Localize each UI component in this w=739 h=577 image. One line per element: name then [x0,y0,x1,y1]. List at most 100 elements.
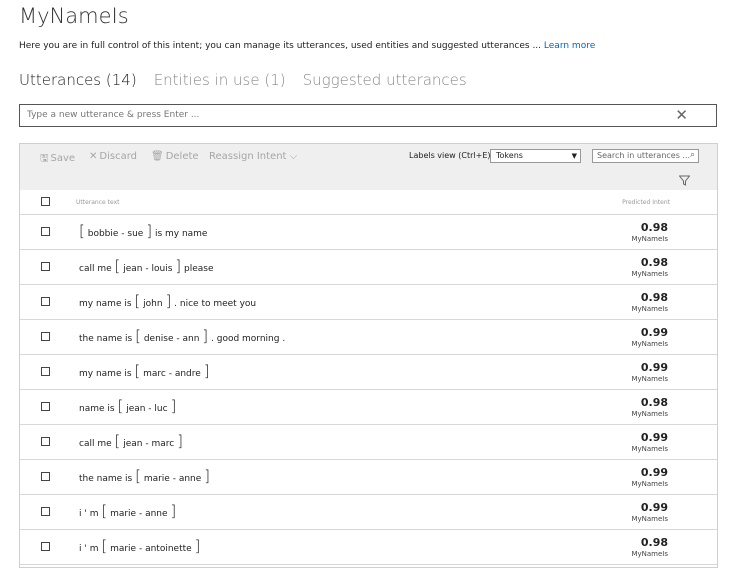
row-checkbox[interactable] [41,437,50,446]
utterances-panel: 🖫 Save ✕ Discard 🗑 Delete Reassign Intent ⌵… [19,143,718,568]
table-header: Utterance text Predicted Intent [20,190,717,215]
entity-label[interactable]: bobbie - sue [88,229,144,239]
entity-label[interactable]: marie - anne [144,474,201,484]
entity-label[interactable]: marie - anne [110,509,167,519]
row-checkbox[interactable] [41,367,50,376]
discard-button[interactable]: ✕ Discard [89,151,137,162]
utterance-suffix: . good morning . [211,334,286,344]
prediction-score: 0.98 [640,291,668,304]
entity-close-bracket: ] [170,502,177,520]
row-checkbox[interactable] [41,262,50,271]
row-checkbox[interactable] [41,507,50,516]
utterance-text: the name is [ denise - ann ] . good morn… [79,329,285,347]
utterance-text: call me [ jean - louis ] please [79,259,214,277]
entity-label[interactable]: marc - andre [143,369,201,379]
tab-suggested-utterances[interactable]: Suggested utterances [303,71,467,89]
table-row[interactable]: call me [ jean - marc ] 0.99 MyNameIs [20,425,717,460]
close-icon[interactable]: ✕ [675,105,688,126]
table-row[interactable]: my name is [ john ] . nice to meet you 0.… [20,285,717,320]
utterance-text: i ' m [ marie - anne ] [79,504,176,522]
predicted-intent-name: MyNameIs [631,270,668,278]
utterance-suffix: please [184,264,214,274]
row-checkbox[interactable] [41,297,50,306]
predicted-intent-name: MyNameIs [631,515,668,523]
learn-more-link[interactable]: Learn more [544,41,595,51]
entity-close-bracket: ] [170,397,177,415]
entity-label[interactable]: jean - marc [123,439,174,449]
trash-icon: 🗑 [151,151,164,162]
entity-label[interactable]: john [143,299,162,309]
table-row[interactable]: the name is [ denise - ann ] . good morn… [20,320,717,355]
utterance-text: my name is [ john ] . nice to meet you [79,294,256,312]
utterance-prefix: the name is [79,474,133,484]
entity-label[interactable]: jean - louis [123,264,172,274]
utterance-prefix: my name is [79,369,132,379]
prediction-score: 0.99 [640,501,668,514]
row-checkbox[interactable] [41,402,50,411]
row-checkbox[interactable] [41,542,50,551]
table-row[interactable]: name is [ jean - luc ] 0.98 MyNameIs [20,390,717,425]
reassign-intent-button[interactable]: Reassign Intent ⌵ [209,151,297,162]
search-placeholder: Search in utterances ... [597,151,691,160]
prediction-score: 0.99 [640,361,668,374]
table-row[interactable]: the name is [ marie - anne ] 0.99 MyNameI… [20,460,717,495]
tab-entities-in-use[interactable]: Entities in use (1) [154,71,286,89]
delete-button[interactable]: 🗑 Delete [151,151,199,162]
filter-icon[interactable] [678,171,691,190]
save-button[interactable]: 🖫 Save [40,151,75,168]
utterance-text: call me [ jean - marc ] [79,434,183,452]
utterance-text: my name is [ marc - andre ] [79,364,210,382]
entity-close-bracket: ] [204,467,211,485]
discard-icon: ✕ [89,151,98,162]
table-row[interactable]: call me [ jean - louis ] please 0.98 MyNam… [20,250,717,285]
utterance-text-header: Utterance text [76,199,120,206]
prediction-score: 0.98 [640,256,668,269]
new-utterance-placeholder: Type a new utterance & press Enter ... [27,110,200,120]
tab-utterances[interactable]: Utterances (14) [19,71,137,89]
entity-open-bracket: [ [117,397,124,415]
search-utterances-input[interactable]: Search in utterances ... ⌕ [592,149,699,163]
entity-label[interactable]: denise - ann [144,334,200,344]
entity-open-bracket: [ [135,467,141,485]
new-utterance-input[interactable]: Type a new utterance & press Enter ... ✕ [19,104,717,127]
entity-close-bracket: ] [175,257,182,275]
entity-close-bracket: ] [146,222,153,240]
entity-open-bracket: [ [135,327,141,345]
prediction-score: 0.99 [640,326,668,339]
save-icon: 🖫 [40,153,49,164]
entity-label[interactable]: jean - luc [126,404,167,414]
page-title: MyNameIs [19,4,129,28]
entity-close-bracket: ] [203,362,210,380]
entity-label[interactable]: marie - antoinette [110,544,192,554]
row-checkbox[interactable] [41,472,50,481]
labels-view-value: Tokens [496,151,523,160]
prediction-score: 0.98 [640,536,668,549]
utterance-suffix: is my name [154,229,208,239]
entity-close-bracket: ] [202,327,209,345]
predicted-intent-name: MyNameIs [631,235,668,243]
table-row[interactable]: i ' m [ marie - anne ] 0.99 MyNameIs [20,495,717,530]
prediction-score: 0.98 [640,221,668,234]
dropdown-arrow-icon: ▼ [571,152,577,160]
entity-close-bracket: ] [165,292,172,310]
table-row[interactable]: my name is [ marc - andre ] 0.99 MyNameIs [20,355,717,390]
entity-open-bracket: [ [101,537,108,555]
utterance-prefix: my name is [79,299,132,309]
discard-label: Discard [99,151,137,162]
entity-open-bracket: [ [114,257,121,275]
row-checkbox[interactable] [41,227,50,236]
utterance-text: name is [ jean - luc ] [79,399,176,417]
table-row[interactable]: [ bobbie - sue ] is my name 0.98 MyNameIs [20,215,717,250]
labels-view-select[interactable]: Tokens ▼ [490,149,581,163]
row-checkbox[interactable] [41,332,50,341]
save-label: Save [50,153,76,164]
page-description: Here you are in full control of this int… [19,41,595,51]
labels-view-label: Labels view (Ctrl+E): [409,151,494,160]
utterance-text: [ bobbie - sue ] is my name [79,224,207,242]
search-icon: ⌕ [689,150,695,160]
utterance-prefix: i ' m [79,509,99,519]
select-all-checkbox[interactable] [41,197,50,206]
entity-open-bracket: [ [114,432,121,450]
utterance-suffix: . nice to meet you [174,299,257,309]
table-row[interactable]: i ' m [ marie - antoinette ] 0.98 MyNameI… [20,530,717,565]
